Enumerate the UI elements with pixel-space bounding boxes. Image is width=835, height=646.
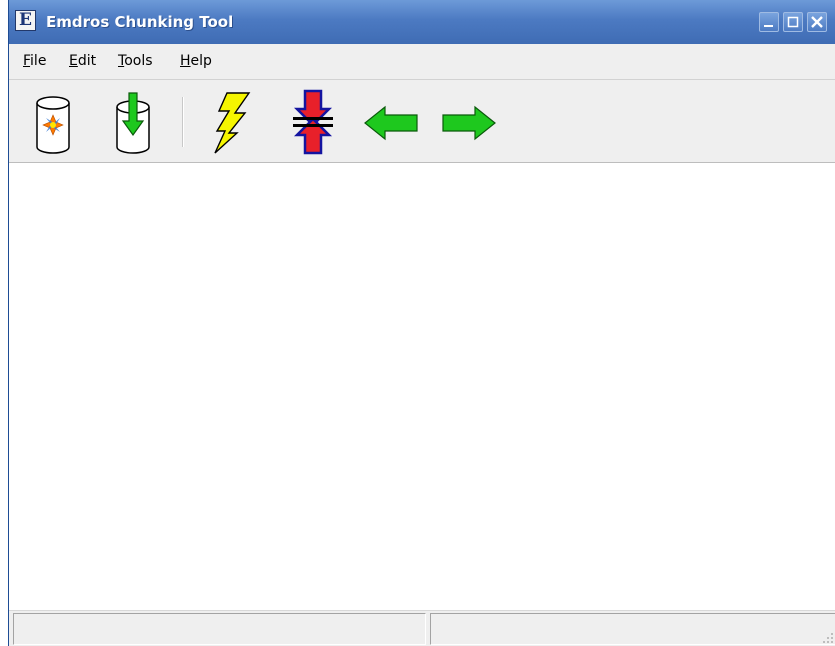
database-download-icon [116,92,150,154]
menu-file-label: ile [30,53,47,69]
close-icon [811,16,823,28]
arrow-left-icon [364,105,418,141]
menu-file[interactable]: File [23,53,46,69]
app-window: E Emdros Chunking Tool File Edit Tools H… [8,0,835,646]
toolbar-separator [182,97,184,147]
menu-edit-mnemonic: E [69,53,78,69]
menu-bar: File Edit Tools Help [9,44,835,80]
previous-button[interactable] [363,89,419,155]
minimize-button[interactable] [759,12,779,32]
load-database-button[interactable] [105,89,161,155]
app-logo-icon[interactable]: E [15,10,36,31]
status-pane-left [13,613,426,645]
status-pane-right [430,613,835,645]
minimize-icon [764,25,773,27]
menu-edit[interactable]: Edit [69,53,96,69]
arrow-right-icon [442,105,496,141]
run-button[interactable] [205,89,261,155]
menu-help-mnemonic: H [180,53,191,69]
compress-button[interactable] [285,89,341,155]
menu-tools[interactable]: Tools [118,53,153,69]
next-button[interactable] [441,89,497,155]
menu-help-label: elp [190,53,212,69]
resize-grip-icon[interactable] [822,632,834,644]
maximize-button[interactable] [783,12,803,32]
title-bar[interactable]: E Emdros Chunking Tool [9,0,835,44]
menu-file-mnemonic: F [23,53,31,69]
menu-help[interactable]: Help [180,53,212,69]
menu-tools-label: ools [124,53,153,69]
lightning-icon [214,92,251,154]
status-bar [9,610,835,646]
new-database-button[interactable] [25,89,81,155]
main-content-area[interactable] [9,163,835,610]
maximize-icon [787,16,799,28]
close-button[interactable] [807,12,827,32]
database-star-icon [36,96,70,154]
compress-arrows-icon [293,89,333,155]
toolbar [9,81,835,163]
menu-edit-label: dit [77,53,97,69]
window-title: Emdros Chunking Tool [46,13,234,31]
